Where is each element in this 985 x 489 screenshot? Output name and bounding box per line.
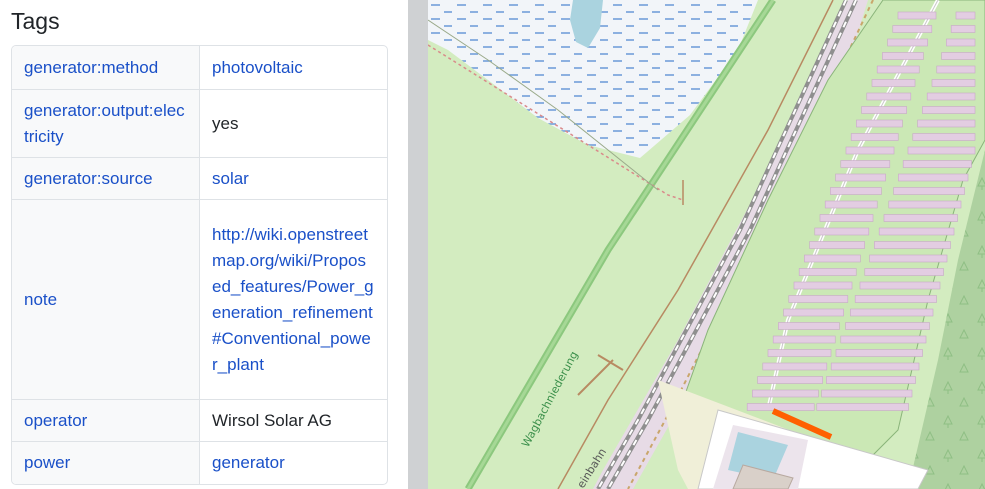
solar-panel-row	[783, 308, 844, 317]
solar-panel-row	[876, 65, 920, 74]
solar-panel-row	[912, 133, 976, 141]
tag-key-link[interactable]: generator:method	[24, 55, 158, 81]
tag-value-link[interactable]: photovoltaic	[212, 55, 303, 81]
panel-resize-handle[interactable]	[408, 0, 428, 489]
tag-key[interactable]: note	[12, 200, 200, 399]
solar-panel-row	[850, 133, 899, 141]
map-view[interactable]: Wagbachniederung einbahn	[428, 0, 985, 489]
solar-panel-row	[752, 389, 819, 398]
solar-panel-row	[819, 214, 874, 222]
tag-value: Wirsol Solar AG	[200, 400, 387, 441]
solar-panel-row	[835, 349, 923, 357]
solar-panel-row	[835, 173, 886, 182]
solar-panel-row	[864, 268, 944, 276]
tags-table: generator:method photovoltaic generator:…	[11, 45, 388, 485]
tag-row-generator-source: generator:source solar	[12, 157, 387, 199]
solar-panel-row	[746, 403, 815, 411]
solar-panel-row	[821, 389, 913, 398]
solar-panel-row	[898, 173, 969, 182]
solar-panel-row	[893, 187, 965, 195]
solar-panel-row	[767, 349, 832, 357]
tag-value[interactable]: solar	[200, 158, 387, 199]
solar-panel-row	[856, 119, 903, 128]
tag-row-note: note http://wiki.openstreetmap.org/wiki/…	[12, 199, 387, 399]
tag-row-power: power generator	[12, 441, 387, 484]
solar-panel-row	[936, 65, 976, 74]
solar-panel-row	[772, 335, 836, 344]
solar-panel-row	[887, 38, 928, 47]
solar-panel-row	[922, 106, 976, 114]
solar-panel-row	[950, 25, 976, 33]
tags-heading: Tags	[11, 8, 60, 34]
tag-key[interactable]: power	[12, 442, 200, 484]
solar-panel-row	[854, 295, 937, 303]
tag-key-link[interactable]: note	[24, 287, 57, 313]
solar-panel-row	[788, 295, 849, 303]
solar-panel-row	[874, 241, 951, 249]
tag-row-generator-output-electricity: generator:output:electricity yes	[12, 89, 387, 157]
solar-panel-row	[907, 146, 976, 155]
tag-value-link[interactable]: http://wiki.openstreetmap.org/wiki/Propo…	[212, 222, 375, 378]
tag-key[interactable]: generator:method	[12, 46, 200, 89]
solar-panel-row	[840, 335, 927, 344]
solar-panel-row	[926, 92, 976, 101]
solar-panel-row	[809, 241, 865, 249]
solar-panel-row	[888, 200, 962, 209]
solar-panel-row	[824, 200, 878, 209]
solar-panel-row	[826, 376, 916, 384]
tag-value: yes	[200, 90, 387, 157]
solar-panel-row	[892, 25, 933, 33]
solar-panel-row	[830, 187, 882, 195]
tag-value-text: yes	[212, 113, 239, 133]
tag-value[interactable]: photovoltaic	[200, 46, 387, 89]
solar-panel-row	[757, 376, 823, 384]
solar-panel-row	[850, 308, 934, 317]
solar-panel-row	[878, 227, 955, 236]
solar-panel-row	[883, 214, 958, 222]
tag-row-generator-method: generator:method photovoltaic	[12, 46, 387, 89]
solar-panel-row	[861, 106, 907, 114]
solar-panel-row	[845, 146, 895, 155]
solar-panel-row	[955, 11, 976, 20]
solar-panel-row	[830, 362, 920, 371]
tag-key-link[interactable]: power	[24, 450, 70, 476]
solar-panel-row	[917, 119, 976, 128]
solar-panel-row	[871, 79, 916, 87]
tag-key-link[interactable]: operator	[24, 408, 87, 434]
solar-panel-row	[804, 254, 861, 263]
tag-row-operator: operator Wirsol Solar AG	[12, 399, 387, 441]
solar-panel-row	[816, 403, 909, 411]
solar-panel-row	[931, 79, 976, 87]
tag-value-link[interactable]: generator	[212, 450, 285, 476]
tag-value[interactable]: http://wiki.openstreetmap.org/wiki/Propo…	[200, 200, 387, 399]
tag-value-link[interactable]: solar	[212, 166, 249, 192]
solar-panel-row	[798, 268, 857, 276]
solar-panel-row	[902, 160, 972, 168]
solar-panel-row	[897, 11, 937, 20]
tag-key-link[interactable]: generator:output:electricity	[24, 98, 187, 150]
solar-panel-row	[840, 160, 891, 168]
solar-panel-row	[941, 52, 976, 60]
solar-panel-row	[793, 281, 853, 290]
solar-panel-row	[882, 52, 924, 60]
solar-panel-row	[859, 281, 941, 290]
solar-panel-row	[946, 38, 976, 47]
tag-key[interactable]: generator:output:electricity	[12, 90, 200, 157]
solar-panel-row	[778, 322, 840, 330]
solar-panel-row	[762, 362, 828, 371]
tag-key[interactable]: operator	[12, 400, 200, 441]
tag-value-text: Wirsol Solar AG	[212, 410, 332, 430]
solar-panel-row	[814, 227, 870, 236]
tag-key[interactable]: generator:source	[12, 158, 200, 199]
tag-key-link[interactable]: generator:source	[24, 166, 153, 192]
tags-panel: Tags generator:method photovoltaic gener…	[0, 0, 408, 489]
tag-value[interactable]: generator	[200, 442, 387, 484]
solar-panel-row	[866, 92, 912, 101]
solar-panel-row	[869, 254, 948, 263]
solar-panel-row	[845, 322, 930, 330]
